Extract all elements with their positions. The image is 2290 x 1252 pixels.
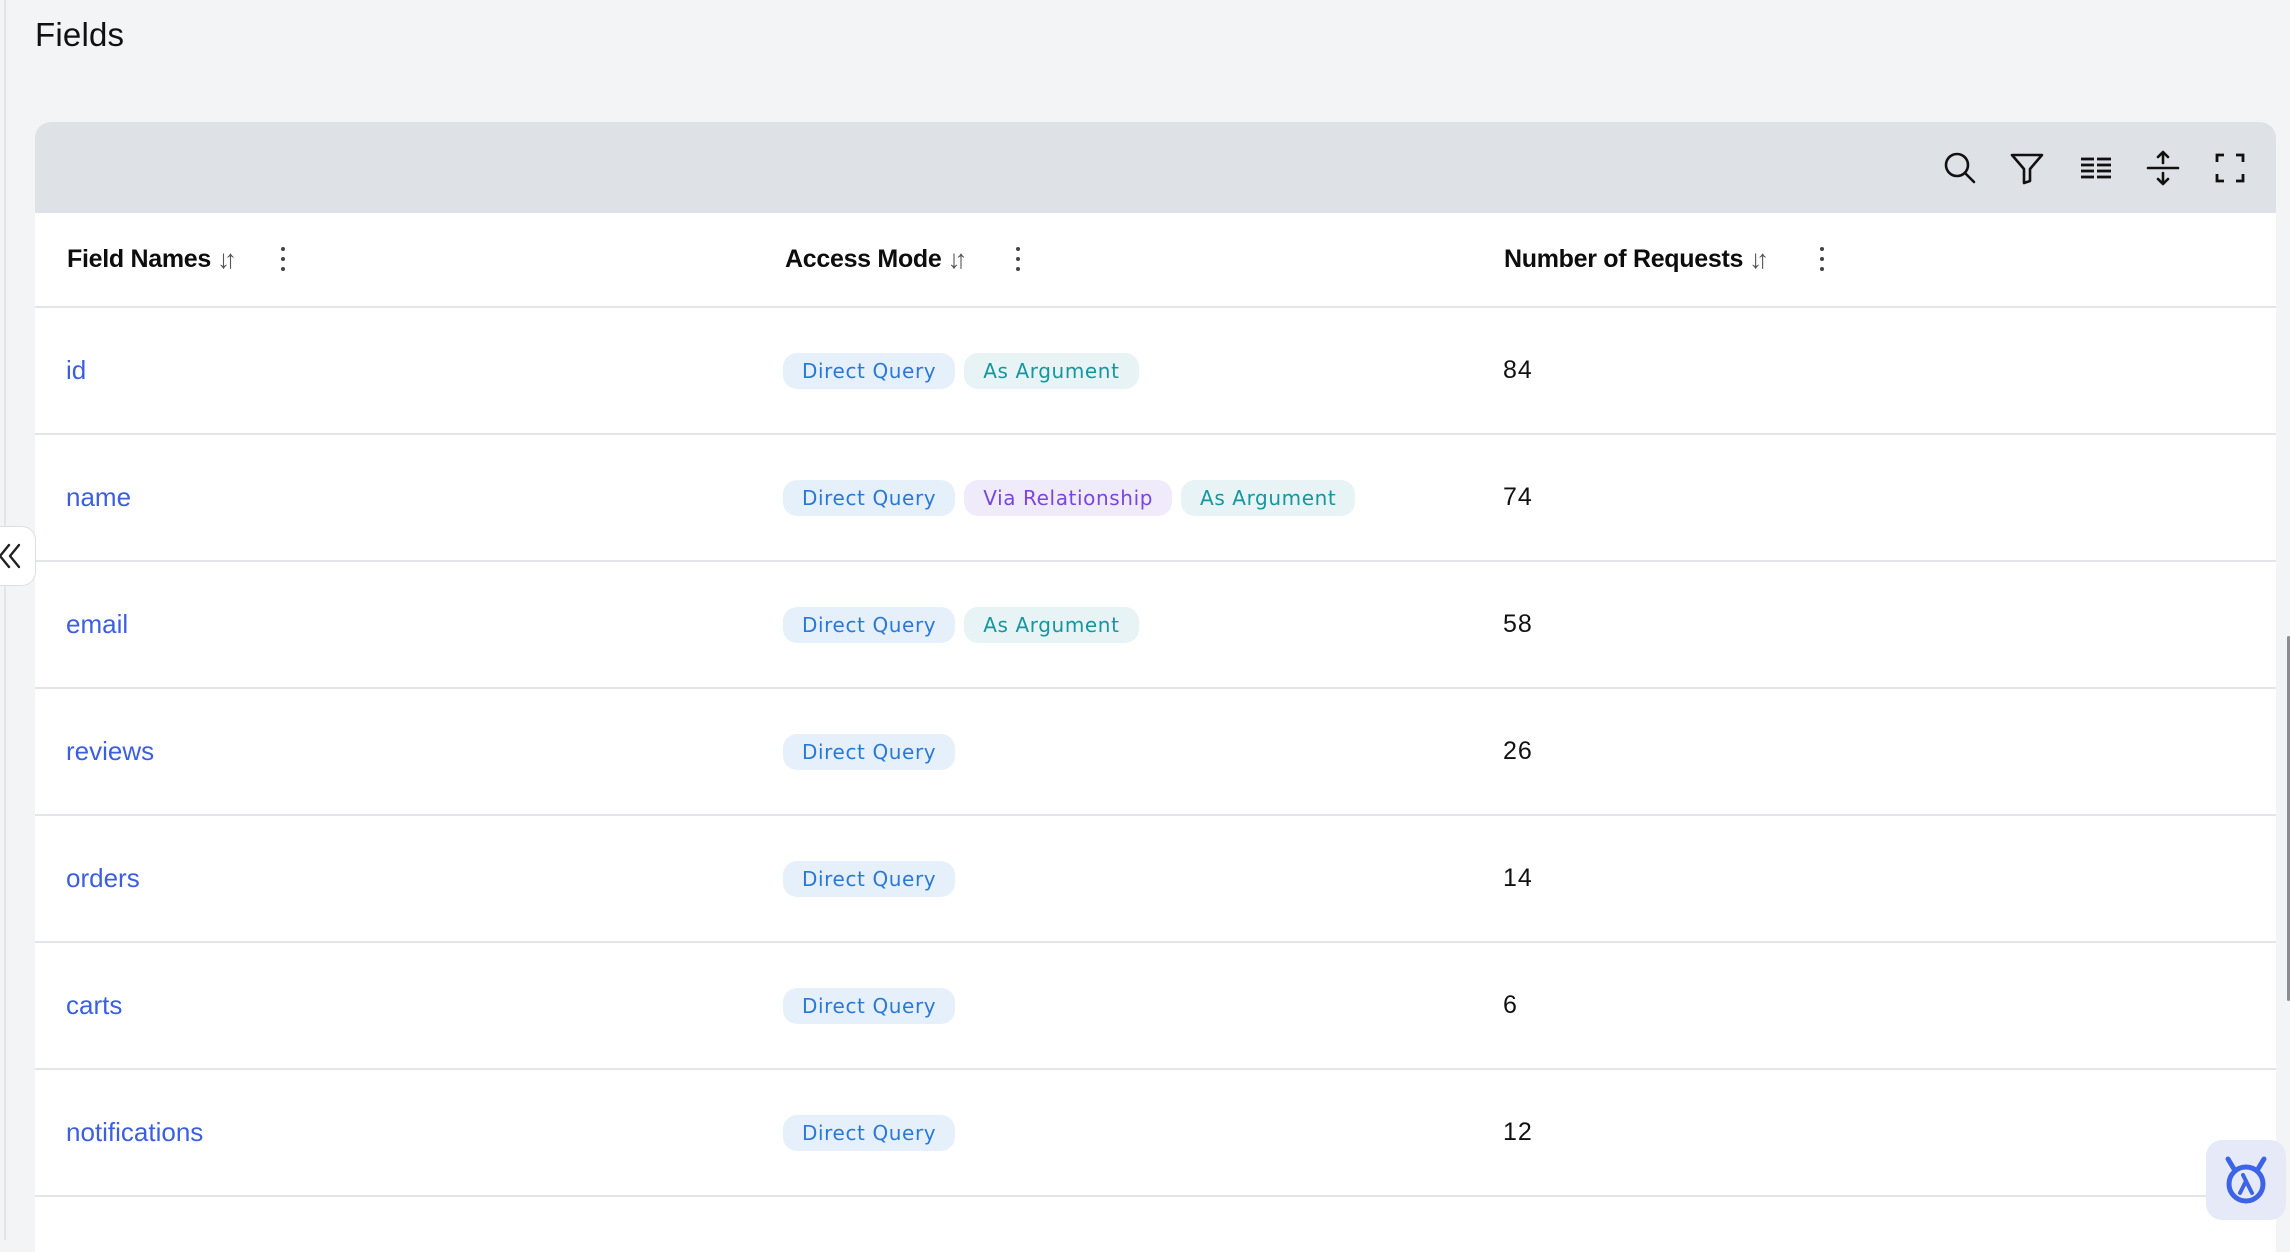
request-count: 12 — [1503, 1118, 1533, 1146]
more-vertical-icon — [1016, 247, 1020, 251]
table-toolbar — [35, 122, 2276, 213]
scrollbar-track[interactable] — [2277, 0, 2290, 1240]
request-count: 58 — [1503, 610, 1533, 638]
sort-icon[interactable]: ↓↑ — [1749, 244, 1769, 275]
access-mode-badge: Direct Query — [783, 987, 956, 1024]
access-mode-cell: Direct Query — [783, 943, 956, 1068]
table-row: name Direct Query Via Relationship As Argum… — [35, 435, 2276, 562]
access-mode-badge: Direct Query — [783, 352, 956, 389]
access-mode-badge: Direct Query — [783, 733, 956, 770]
access-mode-badge: Via Relationship — [964, 479, 1173, 516]
field-name-link[interactable]: reviews — [66, 689, 154, 814]
table-row: email Direct Query As Argument 58 — [35, 562, 2276, 689]
table-row: carts Direct Query 6 — [35, 943, 2276, 1070]
filter-button[interactable] — [2007, 148, 2047, 188]
access-mode-badge: As Argument — [964, 352, 1139, 389]
request-count: 26 — [1503, 737, 1533, 765]
request-count: 84 — [1503, 356, 1533, 384]
page-title: Fields — [35, 16, 125, 53]
access-mode-badge: Direct Query — [783, 479, 956, 516]
access-mode-cell: Direct Query As Argument — [783, 562, 1139, 687]
more-vertical-icon — [1820, 247, 1824, 251]
column-header-label: Number of Requests — [1504, 245, 1744, 273]
column-header-label: Access Mode — [785, 245, 942, 273]
column-menu-button[interactable] — [1008, 239, 1028, 279]
density-icon — [2146, 150, 2180, 186]
filter-icon — [2010, 153, 2044, 185]
sort-icon[interactable]: ↓↑ — [948, 244, 968, 275]
access-mode-badge: Direct Query — [783, 860, 956, 897]
help-widget-button[interactable] — [2206, 1140, 2286, 1220]
table-row: id Direct Query As Argument 84 — [35, 308, 2276, 435]
column-header-number-of-requests[interactable]: Number of Requests ↓↑ — [1504, 213, 1769, 306]
table-row: notifications Direct Query 12 — [35, 1070, 2276, 1197]
table-row: reviews Direct Query 26 — [35, 689, 2276, 816]
field-name-link[interactable]: orders — [66, 816, 140, 941]
fullscreen-button[interactable] — [2210, 148, 2250, 188]
column-menu-button[interactable] — [273, 239, 293, 279]
double-chevron-left-icon — [0, 543, 21, 569]
density-button[interactable] — [2143, 148, 2183, 188]
access-mode-cell: Direct Query Via Relationship As Argument — [783, 435, 1356, 560]
collapse-sidebar-button[interactable] — [0, 526, 36, 586]
sort-icon[interactable]: ↓↑ — [217, 244, 237, 275]
more-vertical-icon — [281, 247, 285, 251]
field-name-link[interactable]: carts — [66, 943, 122, 1068]
request-count: 6 — [1503, 991, 1518, 1019]
column-menu-button[interactable] — [1812, 239, 1832, 279]
request-count: 74 — [1503, 483, 1533, 511]
field-name-link[interactable]: notifications — [66, 1070, 203, 1195]
fields-table: Field Names ↓↑ Access Mode ↓↑ Number of … — [35, 122, 2276, 1252]
field-name-link[interactable]: id — [66, 308, 86, 433]
table-row: orders Direct Query 14 — [35, 816, 2276, 943]
access-mode-badge: Direct Query — [783, 606, 956, 643]
access-mode-cell: Direct Query — [783, 689, 956, 814]
access-mode-cell: Direct Query — [783, 1070, 956, 1195]
column-header-label: Field Names — [67, 245, 211, 273]
access-mode-badge: As Argument — [964, 606, 1139, 643]
hasura-lambda-icon — [2225, 1156, 2267, 1204]
search-button[interactable] — [1940, 148, 1980, 188]
access-mode-cell: Direct Query As Argument — [783, 308, 1139, 433]
columns-button[interactable] — [2076, 148, 2116, 188]
column-header-field-names[interactable]: Field Names ↓↑ — [67, 213, 237, 306]
columns-icon — [2081, 157, 2111, 179]
column-header-access-mode[interactable]: Access Mode ↓↑ — [785, 213, 968, 306]
search-icon — [1944, 152, 1976, 184]
table-header: Field Names ↓↑ Access Mode ↓↑ Number of … — [35, 213, 2276, 308]
request-count: 14 — [1503, 864, 1533, 892]
access-mode-badge: Direct Query — [783, 1114, 956, 1151]
access-mode-badge: As Argument — [1181, 479, 1356, 516]
field-name-link[interactable]: name — [66, 435, 131, 560]
sidebar-divider — [4, 0, 6, 1240]
field-name-link[interactable]: email — [66, 562, 128, 687]
access-mode-cell: Direct Query — [783, 816, 956, 941]
fullscreen-icon — [2215, 153, 2245, 183]
